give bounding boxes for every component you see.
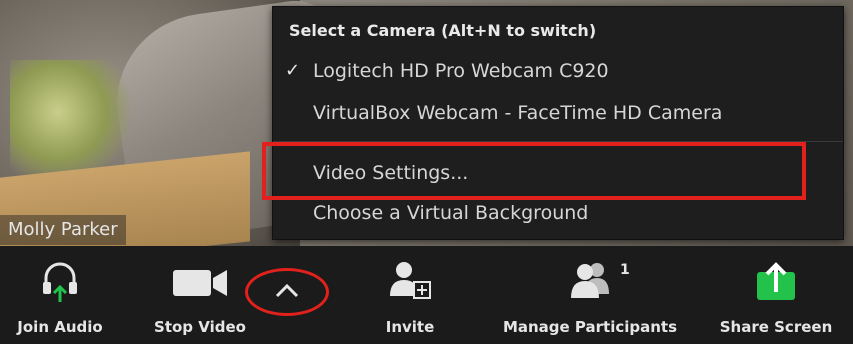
share-screen-button[interactable]: Share Screen xyxy=(706,246,846,344)
add-user-icon xyxy=(390,262,431,299)
video-camera-icon xyxy=(173,270,227,296)
headphones-icon xyxy=(43,262,77,302)
join-audio-button[interactable]: Join Audio xyxy=(0,246,120,344)
participant-count-badge: 1 xyxy=(620,262,630,278)
join-audio-label: Join Audio xyxy=(17,318,103,336)
check-icon: ✓ xyxy=(285,60,301,81)
chevron-up-icon xyxy=(275,283,299,298)
manage-participants-button[interactable]: Manage Participants xyxy=(480,246,700,344)
stop-video-label: Stop Video xyxy=(154,318,246,336)
camera-option-label: VirtualBox Webcam - FaceTime HD Camera xyxy=(313,102,723,124)
invite-button[interactable]: Invite xyxy=(360,246,460,344)
video-options-chevron-button[interactable] xyxy=(245,268,329,316)
stop-video-button[interactable]: Stop Video xyxy=(140,246,260,344)
camera-menu: Select a Camera (Alt+N to switch) ✓ Logi… xyxy=(272,6,844,240)
share-screen-icon xyxy=(757,262,795,300)
invite-label: Invite xyxy=(385,318,435,336)
meeting-toolbar: Join Audio Stop Video Invite Manage Part… xyxy=(0,246,853,344)
camera-option-logitech[interactable]: ✓ Logitech HD Pro Webcam C920 xyxy=(273,51,843,91)
video-settings-highlight xyxy=(262,142,806,200)
camera-option-label: Logitech HD Pro Webcam C920 xyxy=(313,60,609,82)
participants-icon xyxy=(571,263,609,298)
share-screen-label: Share Screen xyxy=(719,318,833,336)
manage-participants-label: Manage Participants xyxy=(502,318,678,336)
camera-option-virtualbox[interactable]: VirtualBox Webcam - FaceTime HD Camera xyxy=(273,93,843,133)
camera-menu-header: Select a Camera (Alt+N to switch) xyxy=(289,21,597,40)
participant-name-tag: Molly Parker xyxy=(0,215,126,245)
